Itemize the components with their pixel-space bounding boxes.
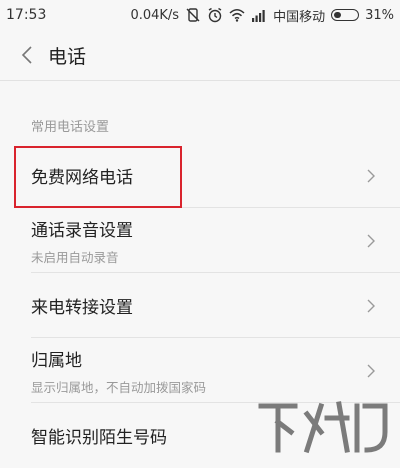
highlight-box <box>14 146 182 208</box>
signal-icon <box>251 7 267 23</box>
wifi-icon <box>229 7 245 23</box>
status-time: 17:53 <box>6 7 47 23</box>
battery-percent: 31% <box>365 7 394 23</box>
list-item-label: 来电转接设置 <box>31 298 133 318</box>
chevron-right-icon <box>367 299 375 312</box>
list-item-call-forwarding[interactable]: 来电转接设置 <box>0 273 400 338</box>
chevron-right-icon <box>367 169 375 182</box>
back-button[interactable] <box>12 40 42 70</box>
carrier-name: 中国移动 <box>273 9 326 25</box>
status-indicators: 0.04K/s 中国移动 31% <box>130 6 394 25</box>
status-bar: 17:53 0.04K/s 中国移动 31% <box>0 0 400 30</box>
vibrate-off-icon <box>185 7 201 23</box>
list-item-label: 通话录音设置 <box>31 220 133 241</box>
list-item-label: 归属地 <box>31 350 82 371</box>
network-speed: 0.04K/s <box>130 7 180 23</box>
list-item-subtitle: 未启用自动录音 <box>31 249 119 265</box>
chevron-right-icon <box>367 234 375 247</box>
section-title: 常用电话设置 <box>31 120 110 135</box>
list-item-call-recording[interactable]: 通话录音设置 未启用自动录音 <box>0 208 400 273</box>
page-title: 电话 <box>48 45 87 68</box>
alarm-icon <box>207 7 223 23</box>
chevron-left-icon <box>21 46 32 64</box>
chevron-right-icon <box>367 364 375 377</box>
battery-icon <box>331 9 360 21</box>
app-header: 电话 <box>0 30 400 81</box>
watermark-logo <box>255 392 395 462</box>
battery-level-fill <box>334 12 342 18</box>
